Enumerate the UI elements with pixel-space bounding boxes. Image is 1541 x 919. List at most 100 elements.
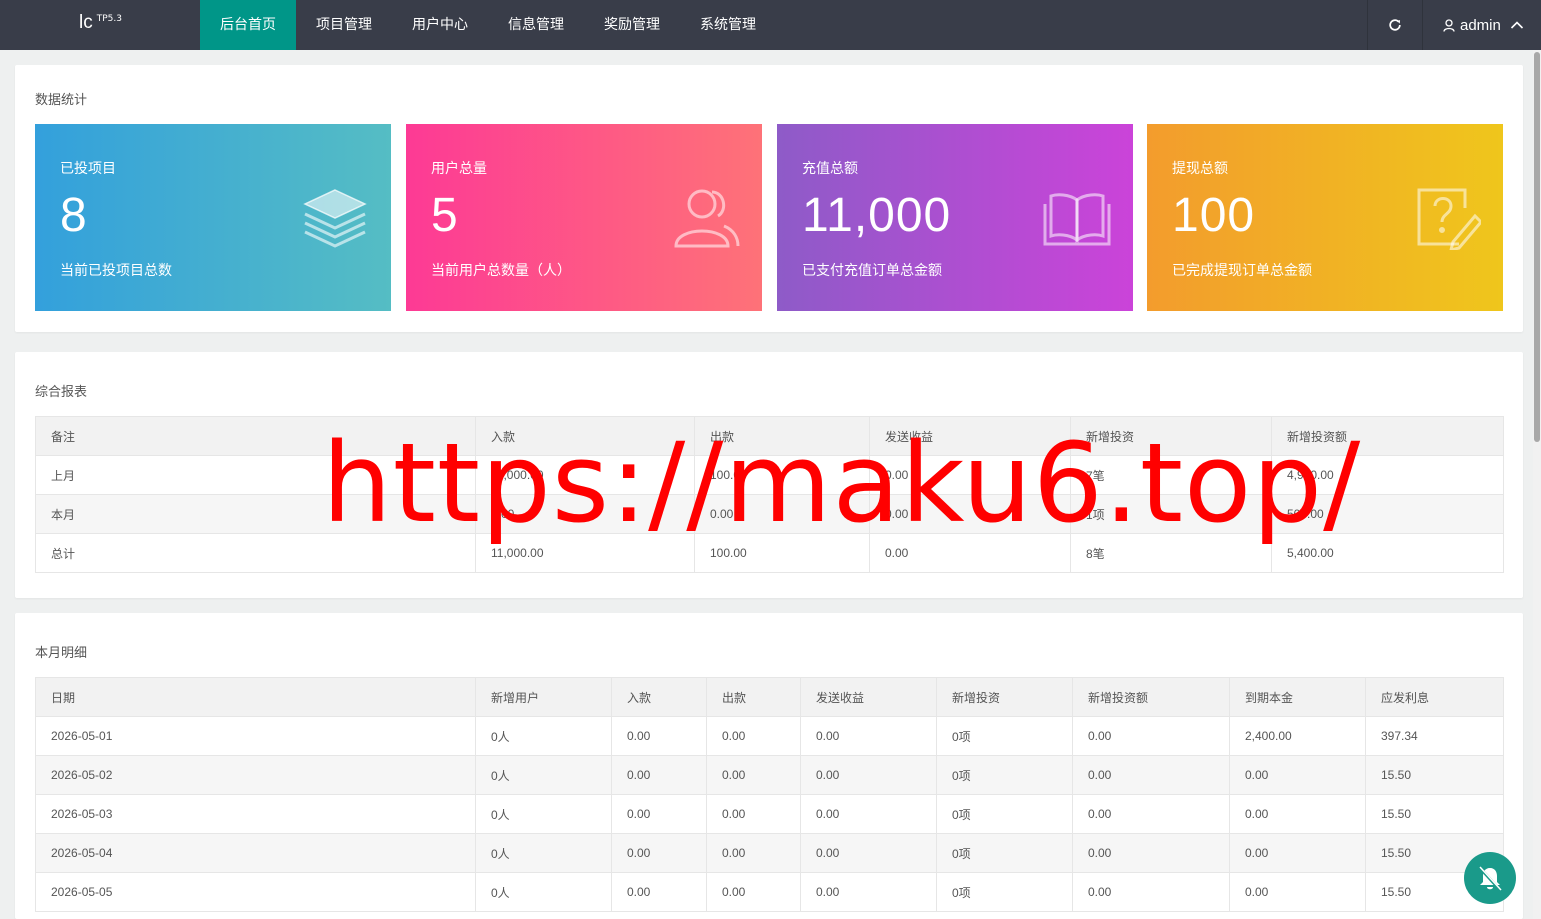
column-header: 日期 xyxy=(35,677,476,717)
nav-item-projects[interactable]: 项目管理 xyxy=(296,0,392,50)
nav-item-system[interactable]: 系统管理 xyxy=(680,0,776,50)
column-header: 备注 xyxy=(35,416,476,456)
stat-label: 提现总额 xyxy=(1172,161,1228,177)
table-cell: 总计 xyxy=(35,533,476,573)
table-cell: 15.50 xyxy=(1365,794,1504,834)
table-cell: 500.00 xyxy=(1271,494,1504,534)
table-cell: 0.00 xyxy=(706,794,801,834)
table-row: 上月 11,000.00 100.00 0.00 7笔 4,900.00 xyxy=(35,455,1504,495)
table-cell: 本月 xyxy=(35,494,476,534)
layers-icon xyxy=(303,189,367,248)
table-cell: 0.00 xyxy=(611,716,707,756)
user-icon xyxy=(1443,18,1455,32)
column-header: 入款 xyxy=(475,416,695,456)
username: admin xyxy=(1460,16,1501,34)
monthly-table: 日期 新增用户 入款 出款 发送收益 新增投资 新增投资额 到期本金 应发利息 … xyxy=(35,677,1504,912)
notification-toggle-button[interactable] xyxy=(1464,852,1516,904)
logo[interactable]: lc TP5.3 xyxy=(0,0,200,50)
logo-version: TP5.3 xyxy=(96,14,122,24)
report-title: 综合报表 xyxy=(35,385,88,400)
stat-value: 8 xyxy=(60,189,88,242)
column-header: 应发利息 xyxy=(1365,677,1504,717)
stat-box-projects[interactable]: 已投项目 8 当前已投项目总数 xyxy=(35,124,391,311)
table-cell: 0.00 xyxy=(706,833,801,873)
table-cell: 11,000.00 xyxy=(475,455,695,495)
table-cell: 0人 xyxy=(475,833,612,873)
table-cell: 0.00 xyxy=(611,872,707,912)
table-cell: 0.00 xyxy=(1072,872,1230,912)
stat-desc: 已完成提现订单总金额 xyxy=(1172,263,1312,279)
nav-item-home[interactable]: 后台首页 xyxy=(200,0,296,50)
table-row: 2026-05-03 0人 0.00 0.00 0.00 0项 0.00 0.0… xyxy=(35,794,1504,834)
table-row: 2026-05-02 0人 0.00 0.00 0.00 0项 0.00 0.0… xyxy=(35,755,1504,795)
stat-label: 充值总额 xyxy=(802,161,858,177)
stat-desc: 当前已投项目总数 xyxy=(60,263,172,279)
table-cell: 0项 xyxy=(936,833,1073,873)
table-row: 2026-05-04 0人 0.00 0.00 0.00 0项 0.00 0.0… xyxy=(35,833,1504,873)
table-cell: 上月 xyxy=(35,455,476,495)
stat-box-recharge[interactable]: 充值总额 11,000 已支付充值订单总金额 xyxy=(777,124,1133,311)
table-cell: 0.00 xyxy=(611,755,707,795)
table-cell: 0.00 xyxy=(1072,833,1230,873)
table-row: 本月 0.00 0.00 0.00 1项 500.00 xyxy=(35,494,1504,534)
stat-box-users[interactable]: 用户总量 5 当前用户总数量（人） xyxy=(406,124,762,311)
table-cell: 0.00 xyxy=(475,494,695,534)
table-cell: 0.00 xyxy=(1072,794,1230,834)
table-cell: 2,400.00 xyxy=(1229,716,1366,756)
report-card: 综合报表 备注 入款 出款 发送收益 新增投资 新增投资额 上月 11,000.… xyxy=(15,352,1523,598)
top-navbar: lc TP5.3 后台首页 项目管理 用户中心 信息管理 奖励管理 系统管理 a… xyxy=(0,0,1541,50)
stat-value: 5 xyxy=(431,189,459,242)
table-cell: 4,900.00 xyxy=(1271,455,1504,495)
nav-item-info[interactable]: 信息管理 xyxy=(488,0,584,50)
table-cell: 0项 xyxy=(936,872,1073,912)
logo-text: lc xyxy=(79,12,93,33)
stat-desc: 当前用户总数量（人） xyxy=(431,263,571,279)
table-row: 2026-05-01 0人 0.00 0.00 0.00 0项 0.00 2,4… xyxy=(35,716,1504,756)
table-cell: 100.00 xyxy=(694,455,870,495)
table-cell: 0.00 xyxy=(1229,755,1366,795)
refresh-button[interactable] xyxy=(1367,0,1423,50)
column-header: 出款 xyxy=(694,416,870,456)
table-cell: 5,400.00 xyxy=(1271,533,1504,573)
column-header: 新增投资 xyxy=(936,677,1073,717)
table-cell: 0项 xyxy=(936,716,1073,756)
table-row: 2026-05-05 0人 0.00 0.00 0.00 0项 0.00 0.0… xyxy=(35,872,1504,912)
table-cell: 0人 xyxy=(475,794,612,834)
table-cell: 0.00 xyxy=(800,794,937,834)
column-header: 发送收益 xyxy=(869,416,1071,456)
table-cell: 0.00 xyxy=(694,494,870,534)
table-cell: 0.00 xyxy=(800,755,937,795)
report-table: 备注 入款 出款 发送收益 新增投资 新增投资额 上月 11,000.00 10… xyxy=(35,416,1504,573)
table-cell: 0项 xyxy=(936,794,1073,834)
table-cell: 0.00 xyxy=(1229,794,1366,834)
user-menu[interactable]: admin xyxy=(1423,0,1541,50)
table-cell: 0.00 xyxy=(800,716,937,756)
refresh-icon xyxy=(1389,19,1401,31)
users-icon xyxy=(674,189,740,248)
table-cell: 11,000.00 xyxy=(475,533,695,573)
table-cell: 0.00 xyxy=(800,833,937,873)
nav-item-rewards[interactable]: 奖励管理 xyxy=(584,0,680,50)
table-cell: 0人 xyxy=(475,716,612,756)
stats-title: 数据统计 xyxy=(35,93,88,108)
table-cell: 0.00 xyxy=(1072,716,1230,756)
table-cell: 15.50 xyxy=(1365,755,1504,795)
scrollbar-thumb[interactable] xyxy=(1534,52,1540,442)
table-cell: 0.00 xyxy=(869,494,1071,534)
nav-item-users[interactable]: 用户中心 xyxy=(392,0,488,50)
monthly-card: 本月明细 日期 新增用户 入款 出款 发送收益 新增投资 新增投资额 到期本金 … xyxy=(15,613,1523,919)
table-cell: 2026-05-01 xyxy=(35,716,476,756)
table-cell: 397.34 xyxy=(1365,716,1504,756)
chevron-up-icon xyxy=(1510,21,1523,29)
table-cell: 0人 xyxy=(475,755,612,795)
table-header-row: 备注 入款 出款 发送收益 新增投资 新增投资额 xyxy=(35,416,1504,456)
column-header: 新增投资 xyxy=(1070,416,1272,456)
table-cell: 0.00 xyxy=(1072,755,1230,795)
stat-box-withdraw[interactable]: 提现总额 100 已完成提现订单总金额 xyxy=(1147,124,1503,311)
stat-label: 用户总量 xyxy=(431,161,487,177)
table-cell: 0.00 xyxy=(706,716,801,756)
stat-value: 100 xyxy=(1172,189,1256,242)
table-cell: 7笔 xyxy=(1070,455,1272,495)
table-cell: 0.00 xyxy=(1229,833,1366,873)
stat-desc: 已支付充值订单总金额 xyxy=(802,263,942,279)
